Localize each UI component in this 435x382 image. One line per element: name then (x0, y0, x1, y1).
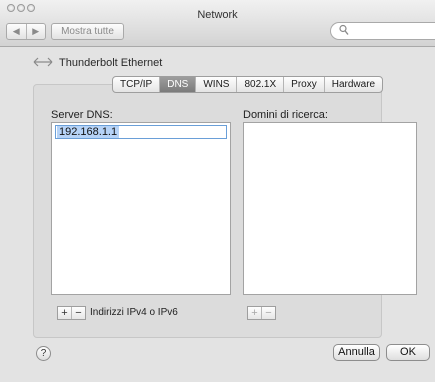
search-icon (339, 24, 349, 39)
window-title: Network (197, 9, 238, 21)
dns-server-entry[interactable]: 192.168.1.1 (55, 125, 227, 139)
tab-tcp-ip[interactable]: TCP/IP (113, 77, 159, 92)
remove-search-domain-button[interactable]: − (261, 307, 275, 319)
tab-proxy[interactable]: Proxy (283, 77, 324, 92)
search-field[interactable] (330, 22, 435, 40)
tab-wins[interactable]: WINS (195, 77, 236, 92)
service-header: Thunderbolt Ethernet (33, 56, 162, 70)
settings-tab-bar: TCP/IP DNS WINS 802.1X Proxy Hardware (112, 76, 384, 93)
search-domains-label: Domini di ricerca: (243, 109, 328, 121)
remove-dns-button[interactable]: − (71, 307, 85, 319)
search-domains-add-remove-buttons: + − (247, 306, 276, 320)
thunderbolt-arrows-icon (33, 56, 53, 70)
title-bar: Network ◀ ▶ Mostra tutte (0, 0, 435, 47)
add-dns-button[interactable]: + (58, 307, 71, 319)
settings-group-box: Server DNS: 192.168.1.1 + − Indirizzi IP… (33, 84, 417, 338)
dns-servers-list[interactable]: 192.168.1.1 (51, 122, 231, 295)
back-button[interactable]: ◀ (7, 24, 26, 39)
dns-address-hint: Indirizzi IPv4 o IPv6 (90, 307, 178, 318)
help-button[interactable]: ? (36, 346, 51, 361)
dns-server-value[interactable]: 192.168.1.1 (57, 126, 120, 138)
forward-button[interactable]: ▶ (25, 24, 46, 39)
tab-hardware[interactable]: Hardware (323, 77, 382, 92)
service-name: Thunderbolt Ethernet (59, 57, 163, 69)
chevron-right-icon: ▶ (32, 26, 40, 36)
network-preferences-window: Network ◀ ▶ Mostra tutte Thunderbolt Eth… (0, 0, 435, 382)
ok-button[interactable]: OK (386, 344, 430, 361)
tab-802-1x[interactable]: 802.1X (236, 77, 283, 92)
tab-dns[interactable]: DNS (159, 77, 196, 92)
navigation-buttons: ◀ ▶ (6, 23, 46, 40)
dns-servers-label: Server DNS: (51, 109, 113, 121)
cancel-button[interactable]: Annulla (333, 344, 380, 361)
show-all-button[interactable]: Mostra tutte (51, 23, 124, 40)
dns-add-remove-buttons: + − (57, 306, 86, 320)
chevron-left-icon: ◀ (12, 26, 20, 36)
search-domains-list[interactable] (243, 122, 417, 295)
add-search-domain-button[interactable]: + (248, 307, 261, 319)
